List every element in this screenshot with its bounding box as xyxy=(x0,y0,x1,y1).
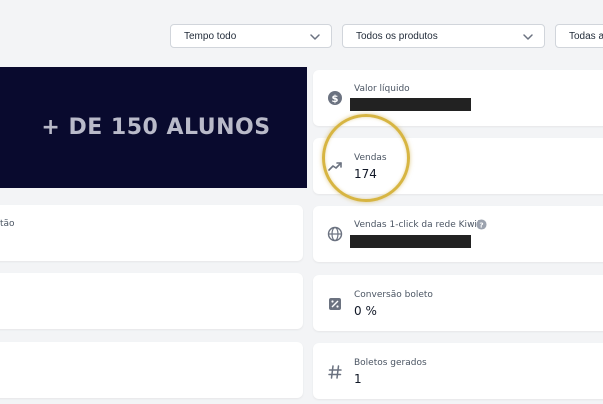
dollar-circle-icon: $ xyxy=(328,91,342,105)
highlight-circle xyxy=(322,114,410,202)
promo-banner-text: + DE 150 ALUNOS xyxy=(41,115,271,140)
stat-label: Conversão boleto xyxy=(354,290,433,300)
stat-card-conversao-boleto: Conversão boleto 0 % xyxy=(313,275,603,331)
period-filter-select[interactable]: Tempo todo xyxy=(170,24,332,48)
globe-icon xyxy=(327,226,343,242)
stat-label: Boletos gerados xyxy=(354,358,427,368)
chevron-down-icon xyxy=(523,34,533,40)
redacted-value xyxy=(350,235,471,248)
stat-value: 0 % xyxy=(354,304,377,318)
percent-badge-icon xyxy=(329,298,341,310)
chevron-down-icon xyxy=(310,34,320,40)
svg-text:?: ? xyxy=(479,220,483,229)
stat-value: 1 xyxy=(354,372,362,386)
stat-label: Valor líquido xyxy=(354,84,410,94)
third-filter-value: Todas as xyxy=(569,30,603,42)
redacted-value xyxy=(350,98,471,111)
left-card-1 xyxy=(0,205,303,261)
period-filter-value: Tempo todo xyxy=(184,30,237,42)
hash-icon xyxy=(328,365,342,379)
stat-card-vendas-1-click: Vendas 1-click da rede Kiwify ? xyxy=(313,206,603,262)
product-filter-select[interactable]: Todos os produtos xyxy=(342,24,545,48)
svg-text:$: $ xyxy=(332,94,339,105)
left-card-3 xyxy=(0,342,303,398)
product-filter-value: Todos os produtos xyxy=(356,30,438,42)
left-card-1-label: tão xyxy=(0,219,15,229)
question-circle-icon[interactable]: ? xyxy=(476,219,487,230)
left-card-2 xyxy=(0,273,303,329)
promo-banner: + DE 150 ALUNOS xyxy=(0,67,307,188)
third-filter-select[interactable]: Todas as xyxy=(555,24,603,48)
stat-card-boletos-gerados: Boletos gerados 1 xyxy=(313,343,603,399)
stat-label: Vendas 1-click da rede Kiwify xyxy=(354,220,486,230)
